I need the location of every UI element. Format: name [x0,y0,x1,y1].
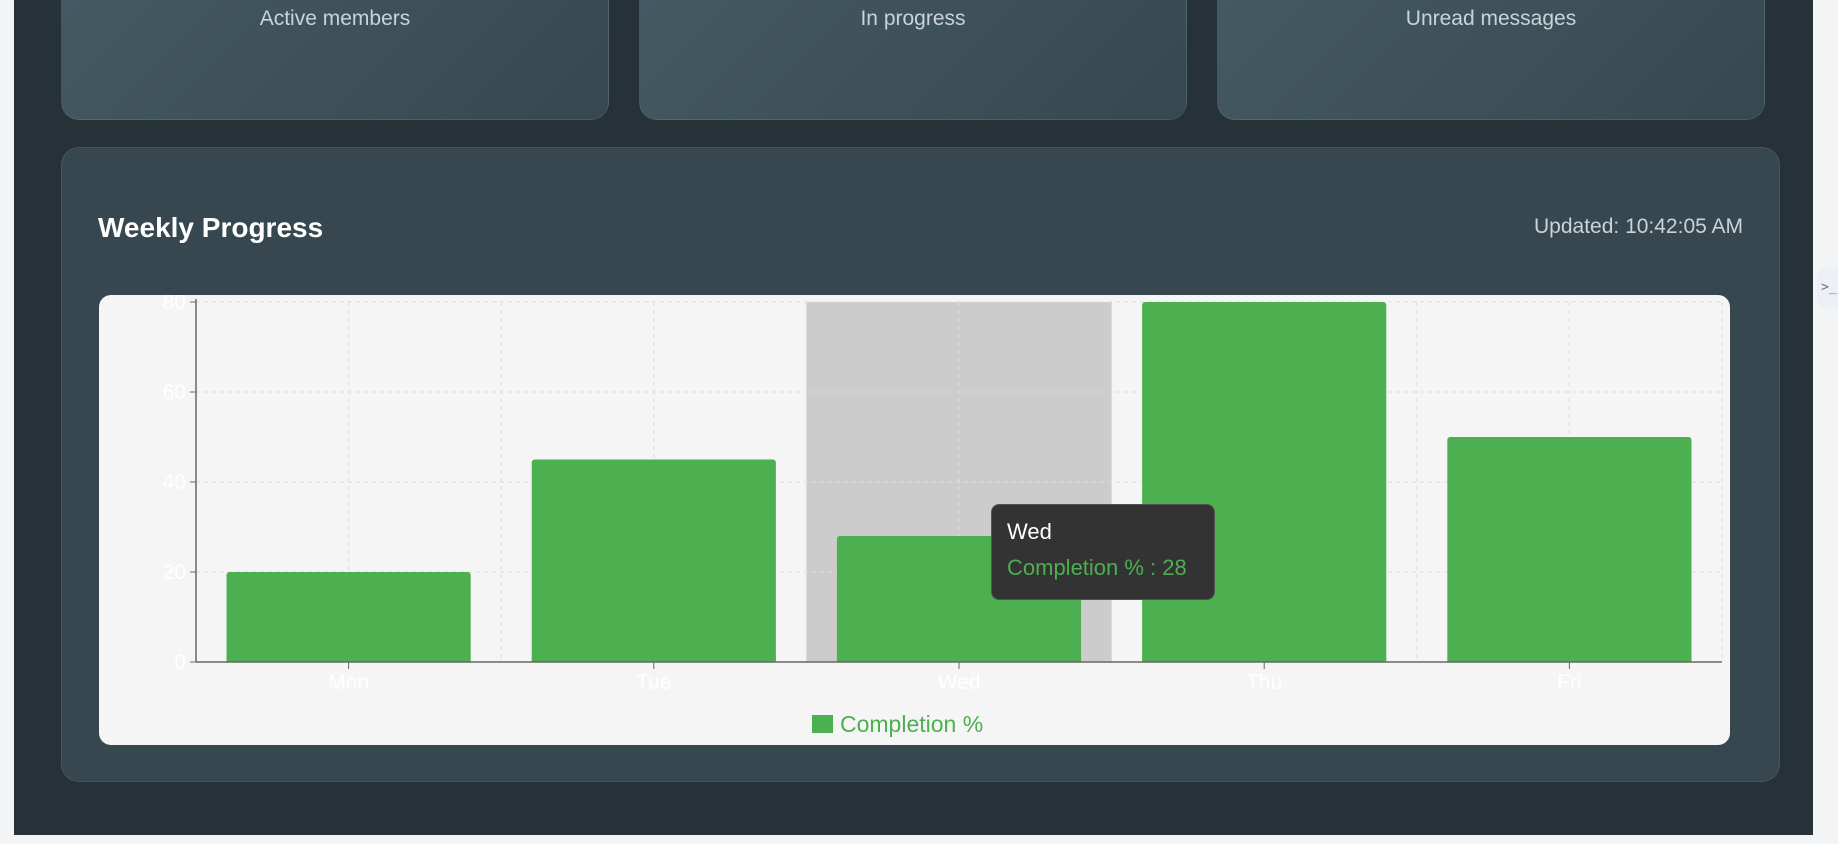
stat-label: In progress [860,7,966,30]
x-tick-label: Thu [1246,671,1282,694]
stat-label: Unread messages [1405,7,1577,30]
legend-label: Completion % [840,711,983,737]
y-tick-label: 20 [163,561,186,584]
dashboard: 12 Active members 5 In progress 3 Unread… [14,0,1813,835]
x-tick-label: Mon [328,671,369,694]
stat-card-members: 12 Active members [61,0,609,120]
tooltip-title: Wed [1007,519,1052,544]
terminal-icon[interactable]: >_ [1817,268,1838,308]
x-tick-label: Tue [636,671,671,694]
x-tick-label: Wed [938,671,981,694]
stat-card-messages: 3 Unread messages [1217,0,1765,120]
y-tick-label: 80 [163,295,186,314]
chart-tooltip: Wed Completion % : 28 [991,504,1215,600]
chart-title: Weekly Progress [98,212,324,243]
weekly-progress-card: Weekly Progress Updated: 10:42:05 AM 0 20… [61,147,1780,782]
bar-thu[interactable] [1142,302,1387,662]
legend-swatch [812,715,833,733]
bar-chart[interactable]: 0 20 40 60 80 Mon Tue Wed Thu Fri Completion % [99,295,1730,745]
stat-value: 12 [62,0,608,1]
stat-label: Active members [259,7,411,30]
bar-mon[interactable] [226,572,471,662]
tooltip-value: Completion % : 28 [1007,555,1187,580]
bar-fri[interactable] [1447,437,1692,662]
y-tick-label: 0 [174,651,186,674]
stat-card-in-progress: 5 In progress [639,0,1187,120]
y-tick-label: 40 [163,471,186,494]
stat-value: 3 [1218,0,1764,1]
y-tick-label: 60 [163,381,186,404]
stat-value: 5 [640,0,1186,1]
x-tick-label: Fri [1557,671,1582,694]
bar-chart-svg[interactable]: 0 20 40 60 80 Mon Tue Wed Thu Fri Completion % [99,295,1730,745]
updated-timestamp: Updated: 10:42:05 AM [1534,215,1743,238]
bar-tue[interactable] [531,459,776,663]
